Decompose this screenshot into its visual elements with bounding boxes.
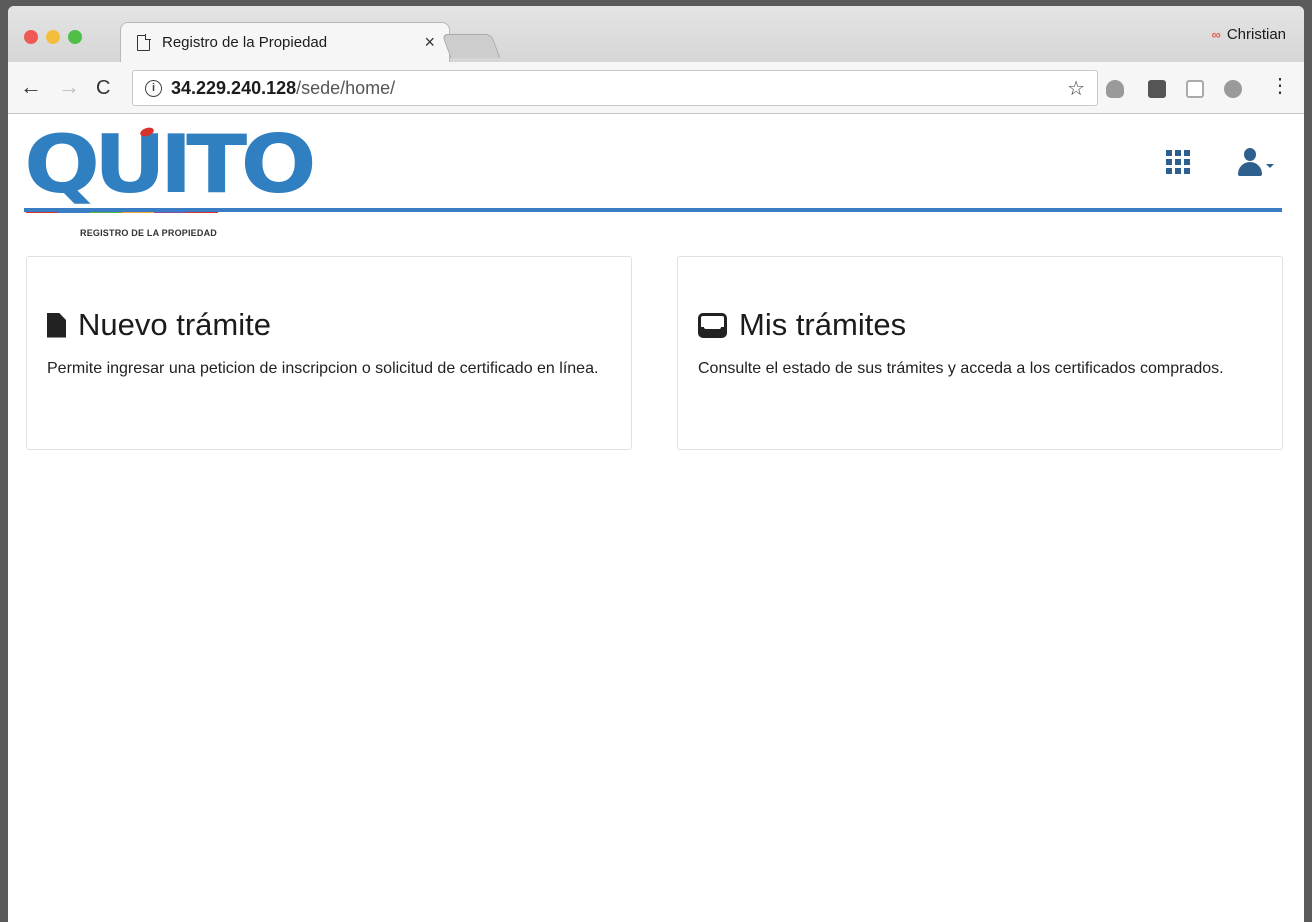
close-window-button[interactable]: [24, 30, 38, 44]
logo-text: QUITO: [24, 118, 317, 211]
header-divider: [24, 208, 1282, 212]
profile-icon: ∞: [1211, 27, 1221, 42]
caret-down-icon: [1266, 164, 1274, 168]
info-icon[interactable]: i: [145, 79, 162, 97]
tab-title: Registro de la Propiedad: [162, 34, 328, 51]
bookmark-star-icon[interactable]: ☆: [1067, 76, 1085, 101]
mis-tramites-card[interactable]: Mis trámites Consulte el estado de sus t…: [677, 256, 1283, 450]
profile-button[interactable]: ∞ Christian: [1212, 26, 1286, 43]
apps-grid-icon[interactable]: [1166, 150, 1190, 174]
address-bar[interactable]: i 34.229.240.128 /sede/home/ ☆: [132, 70, 1098, 106]
back-icon[interactable]: ←: [20, 76, 42, 98]
logo-subtitle: REGISTRO DE LA PROPIEDAD: [80, 228, 217, 238]
maximize-window-button[interactable]: [68, 30, 82, 44]
minimize-window-button[interactable]: [46, 30, 60, 44]
card-description: Permite ingresar una peticion de inscrip…: [47, 360, 599, 377]
profile-name: Christian: [1226, 26, 1286, 43]
quito-logo[interactable]: QUITO REGISTRO DE LA PROPIEDAD: [24, 125, 317, 240]
card-heading: Mis trámites: [698, 307, 1262, 343]
card-title[interactable]: Mis trámites: [739, 307, 906, 343]
url-path: /sede/home/: [296, 77, 396, 98]
tab-strip: Registro de la Propiedad × ∞ Christian: [8, 6, 1304, 62]
browser-toolbar: ← → C i 34.229.240.128 /sede/home/ ☆ ⋮: [8, 62, 1304, 114]
browser-menu-icon[interactable]: ⋮: [1270, 76, 1290, 96]
close-tab-icon[interactable]: ×: [424, 32, 435, 53]
extension-icon[interactable]: [1148, 80, 1166, 98]
url-host: 34.229.240.128: [171, 77, 297, 98]
extension-icon[interactable]: [1224, 80, 1242, 98]
new-tab-button[interactable]: [441, 34, 501, 58]
tab-registro[interactable]: Registro de la Propiedad ×: [120, 22, 450, 62]
extension-icon[interactable]: [1186, 80, 1204, 98]
page-icon: [137, 33, 151, 51]
user-icon: [1244, 148, 1256, 161]
forward-icon[interactable]: →: [58, 76, 80, 98]
file-icon: [47, 312, 66, 338]
nuevo-tramite-card[interactable]: Nuevo trámite Permite ingresar una petic…: [26, 256, 632, 450]
card-description: Consulte el estado de sus trámites y acc…: [698, 360, 1224, 377]
inbox-icon: [698, 312, 727, 338]
card-title[interactable]: Nuevo trámite: [78, 307, 271, 343]
browser-window: Registro de la Propiedad × ∞ Christian ←…: [8, 6, 1304, 922]
cloud-extension-icon[interactable]: [1106, 80, 1124, 98]
reload-icon[interactable]: C: [96, 78, 110, 98]
user-menu-button[interactable]: [1236, 148, 1286, 178]
page-content: QUITO REGISTRO DE LA PROPIEDAD Nuevo trá…: [8, 114, 1304, 922]
card-heading: Nuevo trámite: [47, 307, 611, 343]
